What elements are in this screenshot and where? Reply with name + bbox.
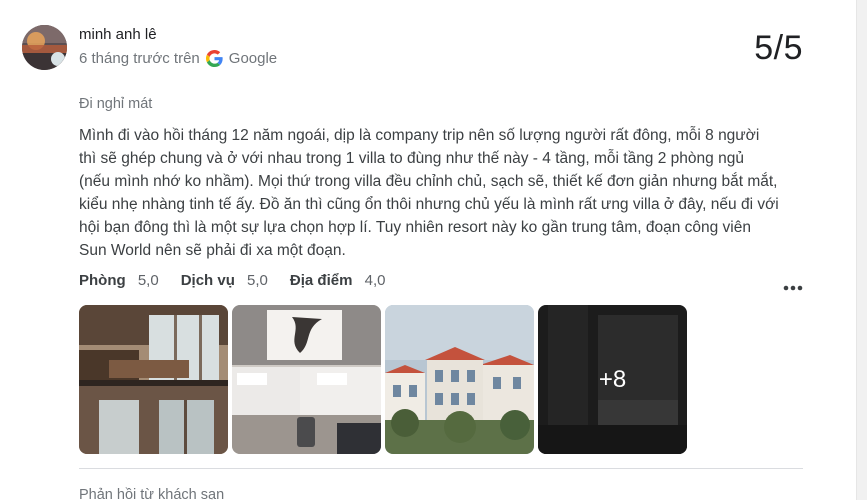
trip-type: Đi nghỉ mát — [79, 96, 153, 112]
google-g-icon — [205, 50, 223, 67]
owner-response-label: Phản hồi từ khách sạn — [79, 487, 225, 500]
review-score: 5/5 — [754, 29, 803, 67]
avatar[interactable] — [22, 25, 67, 70]
subrating-label: Địa điểm — [289, 272, 353, 289]
review-photo[interactable] — [79, 305, 228, 454]
subrating-label: Dịch vụ — [180, 272, 235, 289]
review-source: Google — [228, 50, 278, 67]
review-text: Mình đi vào hồi tháng 12 năm ngoái, dịp … — [79, 127, 779, 259]
avatar-image — [22, 25, 67, 70]
more-horizontal-icon — [783, 285, 803, 291]
subrating-value: 4,0 — [364, 272, 386, 289]
review-meta: 6 tháng trước trên Google — [79, 50, 277, 67]
review-photo[interactable] — [232, 305, 381, 454]
subrating-value: 5,0 — [247, 272, 268, 289]
photo-bedroom — [232, 305, 381, 454]
subratings: Phòng 5,0 Dịch vụ 5,0 Địa điểm 4,0 — [79, 272, 385, 289]
review-time: 6 tháng trước trên — [79, 50, 200, 67]
photo-living-room — [79, 305, 228, 454]
subrating-service: Dịch vụ 5,0 — [181, 272, 268, 289]
subrating-label: Phòng — [79, 272, 126, 289]
photo-resort-exterior — [385, 305, 534, 454]
subrating-location: Địa điểm 4,0 — [290, 272, 386, 289]
divider — [79, 468, 803, 469]
review-card: minh anh lê 6 tháng trước trên Google 5/… — [0, 0, 867, 500]
review-photo-more[interactable]: +8 — [538, 305, 687, 454]
subrating-value: 5,0 — [137, 272, 159, 289]
review-photo[interactable] — [385, 305, 534, 454]
subrating-room: Phòng 5,0 — [79, 272, 159, 289]
more-options-button[interactable] — [782, 279, 804, 297]
more-photos-overlay: +8 — [538, 305, 687, 454]
review-photos: +8 — [79, 305, 687, 454]
author-name[interactable]: minh anh lê — [79, 26, 157, 43]
scrollbar[interactable] — [856, 0, 867, 500]
